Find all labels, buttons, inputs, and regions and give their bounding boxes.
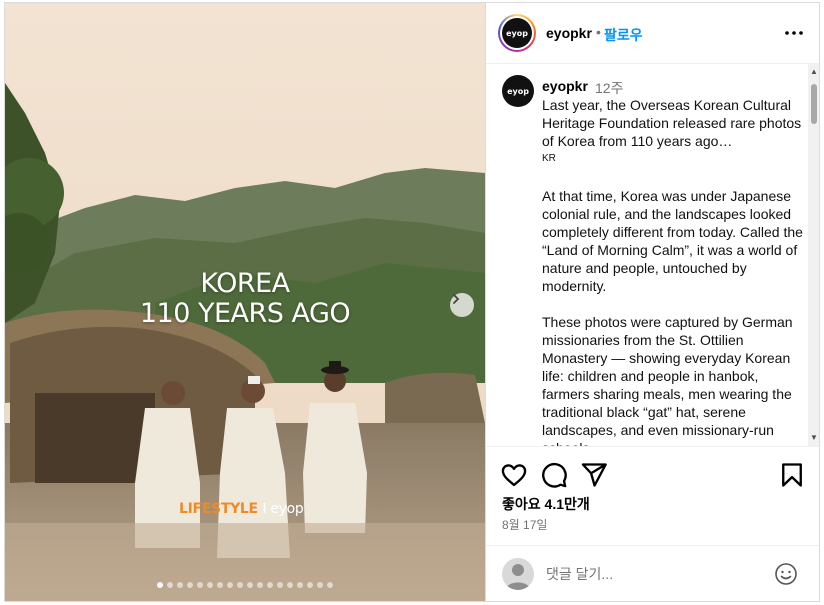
header-separator: •: [596, 24, 601, 40]
save-button[interactable]: [778, 461, 806, 489]
caption-paragraph-2: At that time, Korea was under Japanese c…: [542, 188, 803, 294]
post-header: eyop eyopkr • 팔로우: [486, 3, 819, 64]
share-button[interactable]: [580, 461, 608, 489]
more-horizontal-icon: [785, 31, 803, 35]
post-side-panel: eyop eyopkr • 팔로우 eyop eyopkr 12주 Last y…: [485, 3, 819, 601]
caption-paragraph-3: These photos were captured by German mis…: [542, 314, 793, 446]
scrollbar-thumb[interactable]: [811, 84, 817, 124]
slide-dot: [167, 582, 173, 588]
heart-icon: [501, 464, 527, 487]
caption-area[interactable]: eyop eyopkr 12주 Last year, the Overseas …: [486, 64, 808, 446]
caption-paragraph-1: Last year, the Overseas Korean Cultural …: [542, 97, 802, 149]
slide-dot: [207, 582, 213, 588]
brand-watermark: LIFESTYLE I eyop: [179, 501, 304, 517]
bookmark-icon: [782, 463, 802, 487]
scroll-down-arrow-icon[interactable]: ▼: [810, 434, 818, 442]
slide-dot: [317, 582, 323, 588]
follow-button[interactable]: 팔로우: [604, 25, 643, 45]
more-options-button[interactable]: [782, 23, 806, 43]
chevron-right-icon: [453, 294, 460, 304]
post-actions: 좋아요 4.1만개 8월 17일: [486, 446, 819, 601]
brand-lifestyle: LIFESTYLE: [179, 501, 258, 517]
post-media[interactable]: KOREA 110 YEARS AGO LIFESTYLE I eyop: [5, 3, 485, 601]
slide-dot: [307, 582, 313, 588]
overlay-title-line2: 110 YEARS AGO: [139, 298, 351, 329]
slide-dot: [237, 582, 243, 588]
slide-dot: [227, 582, 233, 588]
like-count[interactable]: 좋아요 4.1만개: [502, 494, 590, 514]
story-ring[interactable]: eyop: [498, 14, 536, 52]
slide-dot: [217, 582, 223, 588]
slide-dot: [187, 582, 193, 588]
caption-username[interactable]: eyopkr: [542, 78, 588, 94]
current-user-avatar: [502, 558, 534, 590]
post-dialog: KOREA 110 YEARS AGO LIFESTYLE I eyop eyo…: [4, 2, 820, 602]
slide-dot: [177, 582, 183, 588]
overlay-title-line1: KOREA: [200, 268, 290, 299]
caption-avatar[interactable]: eyop: [502, 75, 534, 107]
comment-composer: [486, 545, 819, 601]
slide-dot: [277, 582, 283, 588]
slide-dot: [327, 582, 333, 588]
slide-indicator: [157, 582, 333, 588]
flag-kr: KR: [542, 153, 556, 164]
slide-dot: [257, 582, 263, 588]
scroll-up-arrow-icon[interactable]: ▲: [810, 68, 818, 76]
send-icon: [581, 463, 607, 487]
comment-input[interactable]: [546, 564, 766, 584]
next-slide-button[interactable]: [450, 293, 474, 317]
caption-scrollbar[interactable]: ▲ ▼: [808, 64, 819, 446]
post-date[interactable]: 8월 17일: [502, 516, 547, 533]
emoji-button[interactable]: [774, 562, 798, 586]
avatar: eyop: [502, 18, 532, 48]
slide-dot: [247, 582, 253, 588]
comment-button[interactable]: [540, 461, 568, 489]
brand-eyop: I eyop: [262, 501, 304, 517]
emoji-icon: [775, 563, 797, 585]
caption-time[interactable]: 12주: [595, 78, 623, 98]
slide-dot: [197, 582, 203, 588]
slide-dot: [267, 582, 273, 588]
header-username[interactable]: eyopkr: [546, 25, 592, 41]
slide-dot: [297, 582, 303, 588]
caption-text: Last year, the Overseas Korean Cultural …: [542, 96, 804, 446]
user-icon: [506, 564, 530, 590]
slide-dot: [157, 582, 163, 588]
slide-dot: [287, 582, 293, 588]
like-button[interactable]: [500, 461, 528, 489]
comment-icon: [542, 462, 567, 488]
